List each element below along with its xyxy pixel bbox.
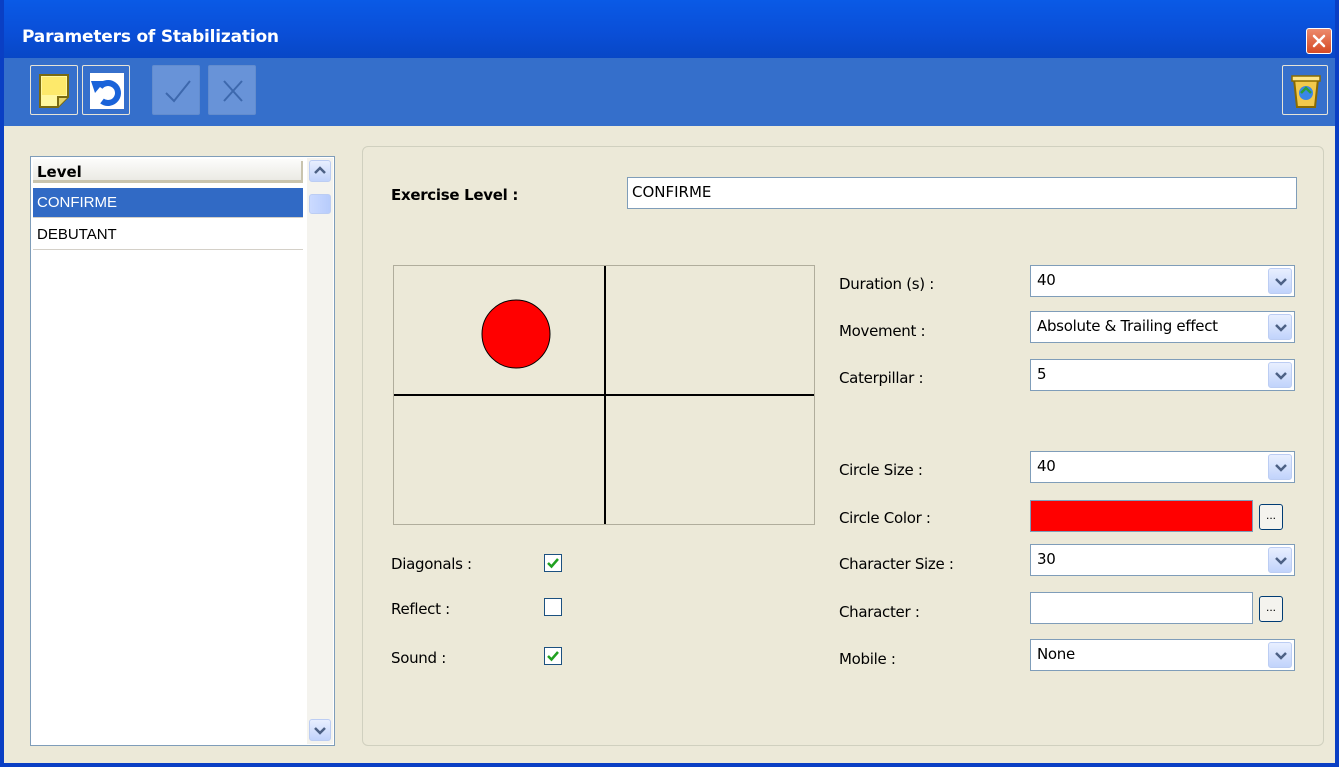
- movement-label: Movement :: [839, 322, 926, 340]
- reflect-checkbox[interactable]: [544, 598, 562, 616]
- caterpillar-select[interactable]: 5: [1030, 359, 1295, 391]
- title-bar[interactable]: Parameters of Stabilization: [4, 0, 1335, 58]
- close-button[interactable]: [1306, 28, 1332, 54]
- caterpillar-dropdown-button[interactable]: [1268, 362, 1292, 388]
- scroll-up-button[interactable]: [309, 160, 331, 182]
- delete-button[interactable]: [1282, 65, 1328, 115]
- circle-size-dropdown-button[interactable]: [1268, 454, 1292, 480]
- stabilization-window: Parameters of Stabilization Level CONFIR…: [0, 0, 1339, 767]
- circle-color-swatch[interactable]: [1030, 500, 1253, 532]
- circle-size-select[interactable]: 40: [1030, 451, 1295, 483]
- character-size-dropdown-button[interactable]: [1268, 547, 1292, 573]
- chevron-down-icon: [310, 727, 330, 743]
- movement-value: Absolute & Trailing effect: [1037, 317, 1218, 335]
- diagonals-checkbox[interactable]: [544, 554, 562, 572]
- character-label: Character :: [839, 603, 920, 621]
- new-button[interactable]: [30, 65, 78, 115]
- scroll-down-button[interactable]: [309, 719, 331, 741]
- list-scrollbar[interactable]: [307, 158, 333, 744]
- preview-circle: [481, 299, 551, 369]
- content-area: Level CONFIRME DEBUTANT Exercise Level :: [4, 126, 1335, 763]
- circle-color-label: Circle Color :: [839, 509, 931, 527]
- level-list[interactable]: Level CONFIRME DEBUTANT: [30, 156, 335, 746]
- character-size-select[interactable]: 30: [1030, 544, 1295, 576]
- stabilization-preview: [393, 265, 815, 525]
- duration-value: 40: [1037, 271, 1056, 289]
- scroll-thumb[interactable]: [309, 194, 331, 214]
- mobile-dropdown-button[interactable]: [1268, 642, 1292, 668]
- level-column-header[interactable]: Level: [33, 159, 303, 183]
- caterpillar-value: 5: [1037, 365, 1047, 383]
- character-size-value: 30: [1037, 550, 1056, 568]
- movement-select[interactable]: Absolute & Trailing effect: [1030, 311, 1295, 343]
- circle-size-label: Circle Size :: [839, 461, 923, 479]
- mobile-value: None: [1037, 645, 1075, 663]
- window-title: Parameters of Stabilization: [22, 27, 279, 47]
- circle-size-value: 40: [1037, 457, 1056, 475]
- character-picker-button[interactable]: ...: [1259, 596, 1283, 622]
- character-size-label: Character Size :: [839, 555, 954, 573]
- validate-button[interactable]: [152, 65, 200, 115]
- mobile-select[interactable]: None: [1030, 639, 1295, 671]
- movement-dropdown-button[interactable]: [1268, 314, 1292, 340]
- list-item[interactable]: CONFIRME: [33, 188, 303, 218]
- diagonals-label: Diagonals :: [391, 555, 472, 573]
- character-input[interactable]: [1030, 592, 1253, 624]
- exercise-level-input[interactable]: CONFIRME: [627, 177, 1297, 209]
- exercise-level-label: Exercise Level :: [391, 186, 519, 204]
- caterpillar-label: Caterpillar :: [839, 369, 924, 387]
- chevron-up-icon: [310, 166, 330, 184]
- cancel-button[interactable]: [208, 65, 256, 115]
- duration-label: Duration (s) :: [839, 275, 935, 293]
- undo-button[interactable]: [82, 65, 130, 115]
- sound-label: Sound :: [391, 649, 446, 667]
- sound-checkbox[interactable]: [544, 647, 562, 665]
- toolbar: [4, 58, 1335, 126]
- reflect-label: Reflect :: [391, 600, 450, 618]
- list-item[interactable]: DEBUTANT: [33, 220, 303, 250]
- duration-dropdown-button[interactable]: [1268, 268, 1292, 294]
- circle-color-picker-button[interactable]: ...: [1259, 504, 1283, 530]
- mobile-label: Mobile :: [839, 650, 896, 668]
- duration-select[interactable]: 40: [1030, 265, 1295, 297]
- parameters-panel: Exercise Level : CONFIRME Diagonals : Re…: [362, 146, 1324, 746]
